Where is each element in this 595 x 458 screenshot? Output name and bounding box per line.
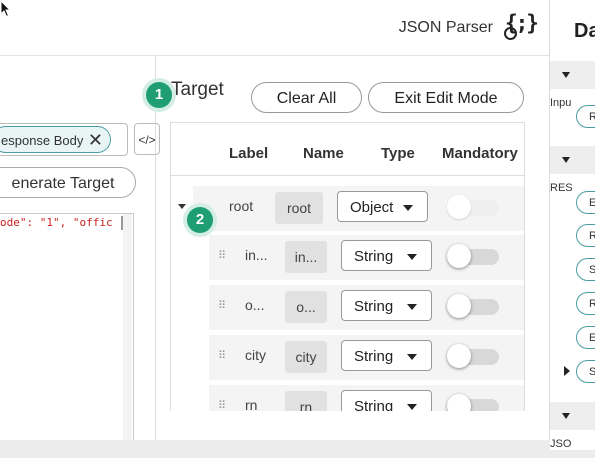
- data-pill[interactable]: S: [576, 258, 595, 281]
- chevron-down-icon: [407, 404, 417, 410]
- section-response[interactable]: RES: [550, 146, 595, 194]
- step-badge-1: 1: [146, 82, 172, 108]
- data-pill[interactable]: R: [576, 292, 595, 315]
- code-edit-icon[interactable]: </>: [134, 123, 160, 155]
- mandatory-toggle[interactable]: [447, 294, 499, 318]
- data-pill[interactable]: E: [576, 191, 595, 214]
- row-label: root: [229, 198, 254, 214]
- type-select[interactable]: String: [341, 290, 432, 321]
- row-label: o...: [245, 297, 265, 313]
- column-header-mandatory: Mandatory: [442, 145, 518, 162]
- row-label: rn: [245, 397, 258, 411]
- chevron-down-icon: [407, 354, 417, 360]
- table-row[interactable]: ⠿ city city String: [209, 335, 524, 380]
- clear-all-button[interactable]: Clear All: [251, 82, 362, 113]
- target-title: Target: [171, 79, 224, 100]
- chevron-down-icon: [562, 157, 570, 164]
- row-name: root: [275, 192, 323, 224]
- close-icon[interactable]: ✕: [88, 127, 103, 154]
- row-name: in...: [285, 241, 327, 273]
- mouse-pointer-icon: [0, 0, 12, 18]
- page-title: JSON Parser: [398, 19, 493, 36]
- chevron-right-icon[interactable]: [564, 366, 570, 376]
- mandatory-toggle[interactable]: [447, 244, 499, 268]
- chevron-down-icon: [562, 72, 570, 79]
- section-json[interactable]: JSO: [550, 402, 595, 450]
- row-name: city: [285, 341, 327, 373]
- json-parser-icon: {;}: [504, 11, 539, 43]
- row-label: city: [245, 347, 266, 363]
- data-pill[interactable]: R: [576, 105, 595, 128]
- table-row[interactable]: ⠿ rn rn String: [209, 385, 524, 411]
- mandatory-toggle: [447, 195, 499, 219]
- mandatory-toggle[interactable]: [447, 394, 499, 411]
- type-select[interactable]: Object: [337, 191, 428, 222]
- data-panel-title: Da: [574, 20, 595, 42]
- drag-handle-icon[interactable]: ⠿: [218, 399, 226, 411]
- generate-target-button[interactable]: enerate Target: [0, 167, 136, 198]
- response-body-chip[interactable]: esponse Body ✕: [0, 126, 111, 153]
- column-header-name: Name: [303, 145, 344, 162]
- row-name: rn: [285, 391, 327, 411]
- type-select[interactable]: String: [341, 240, 432, 271]
- code-editor[interactable]: ode": "1", "offic: [0, 213, 134, 441]
- type-select[interactable]: String: [341, 340, 432, 371]
- code-line: ode": "1", "offic: [0, 216, 113, 229]
- chevron-down-icon: [403, 205, 413, 211]
- table-row[interactable]: ⠿ in... in... String: [209, 235, 524, 280]
- data-pill[interactable]: S: [576, 360, 595, 383]
- table-row[interactable]: root root Object: [193, 186, 524, 231]
- data-panel: Da Inpu R RES E R S R E S JSO: [550, 0, 595, 450]
- data-pill[interactable]: R: [576, 224, 595, 247]
- window-shadow: [0, 440, 549, 450]
- row-name: o...: [285, 291, 327, 323]
- chevron-down-icon: [407, 254, 417, 260]
- column-header-label: Label: [229, 145, 269, 162]
- step-badge-2: 2: [187, 207, 213, 233]
- drag-handle-icon[interactable]: ⠿: [218, 349, 226, 362]
- row-label: in...: [245, 247, 268, 263]
- chip-label: esponse Body: [1, 133, 84, 148]
- column-header-type: Type: [381, 145, 415, 162]
- header-bar: JSON Parser {;}: [0, 0, 549, 56]
- target-table: Label Name Type Mandatory root root Obje…: [170, 122, 525, 411]
- chevron-down-icon: [562, 413, 570, 420]
- drag-handle-icon[interactable]: ⠿: [218, 249, 226, 262]
- main-window: JSON Parser {;} esponse Body ✕ </> enera…: [0, 0, 550, 441]
- table-header: Label Name Type Mandatory: [171, 123, 524, 176]
- exit-edit-mode-button[interactable]: Exit Edit Mode: [368, 82, 524, 113]
- chevron-down-icon: [407, 304, 417, 310]
- section-input[interactable]: Inpu: [550, 61, 595, 109]
- collapse-chevron-icon[interactable]: [178, 204, 186, 209]
- mandatory-toggle[interactable]: [447, 344, 499, 368]
- drag-handle-icon[interactable]: ⠿: [218, 299, 226, 312]
- table-row[interactable]: ⠿ o... o... String: [209, 285, 524, 330]
- source-panel: esponse Body ✕ </> enerate Target ode": …: [0, 56, 160, 441]
- type-select[interactable]: String: [341, 390, 432, 411]
- scrollbar[interactable]: [123, 214, 132, 441]
- data-pill[interactable]: E: [576, 326, 595, 349]
